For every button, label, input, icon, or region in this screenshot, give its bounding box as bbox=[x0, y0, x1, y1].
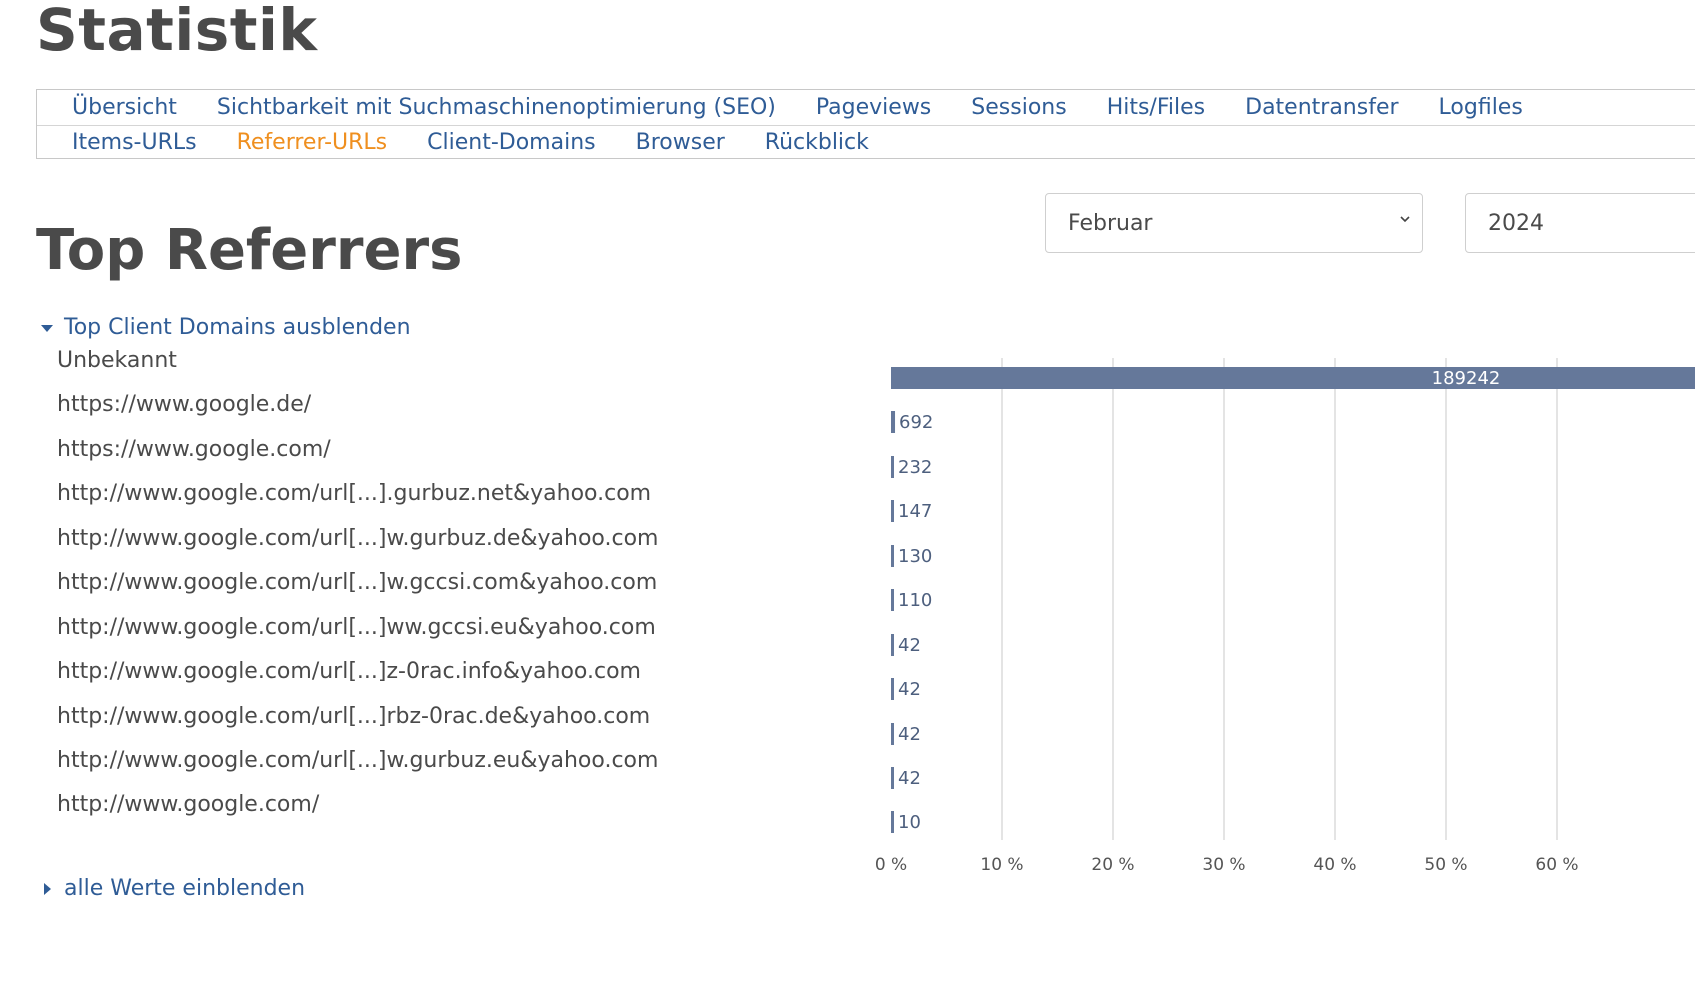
referrer-label: http://www.google.com/url[...]z-0rac.inf… bbox=[57, 659, 641, 684]
referrer-label: http://www.google.com/url[...]w.gurbuz.e… bbox=[57, 748, 659, 773]
tab-logfiles[interactable]: Logfiles bbox=[1439, 95, 1523, 120]
bar bbox=[891, 411, 896, 433]
tab-sessions[interactable]: Sessions bbox=[971, 95, 1066, 120]
referrer-label: http://www.google.com/url[...].gurbuz.ne… bbox=[57, 481, 652, 506]
referrer-label: http://www.google.com/url[...]ww.gccsi.e… bbox=[57, 615, 656, 640]
x-tick-label: 50 % bbox=[1424, 855, 1467, 875]
x-tick-label: 0 % bbox=[875, 855, 907, 875]
referrer-label: http://www.google.com/url[...]w.gccsi.co… bbox=[57, 570, 658, 595]
statistics-tab-nav: Übersicht Sichtbarkeit mit Suchmaschineno… bbox=[36, 89, 1695, 159]
tab-client-domains[interactable]: Client-Domains bbox=[427, 130, 595, 155]
bar bbox=[891, 767, 894, 789]
x-tick-label: 10 % bbox=[980, 855, 1023, 875]
caret-right-icon bbox=[44, 882, 51, 895]
bar-value-label: 42 bbox=[898, 768, 921, 789]
bar bbox=[891, 456, 894, 478]
tab-referrer-urls[interactable]: Referrer-URLs bbox=[237, 130, 388, 155]
year-select[interactable]: 2024 bbox=[1465, 193, 1695, 253]
hide-top-client-domains-toggle[interactable]: Top Client Domains ausblenden bbox=[40, 315, 411, 340]
section-title: Top Referrers bbox=[36, 218, 463, 283]
bar-value-label: 42 bbox=[898, 635, 921, 656]
bar-value-label: 110 bbox=[898, 590, 932, 611]
month-select[interactable]: Februar bbox=[1045, 193, 1423, 253]
x-tick-label: 20 % bbox=[1091, 855, 1134, 875]
referrer-label: https://www.google.de/ bbox=[57, 392, 312, 417]
referrer-label: http://www.google.com/ bbox=[57, 792, 320, 817]
tab-rückblick[interactable]: Rückblick bbox=[765, 130, 869, 155]
bar bbox=[891, 678, 894, 700]
bar-value-label: 130 bbox=[898, 546, 932, 567]
bar-value-label: 42 bbox=[898, 724, 921, 745]
bar-value-label: 232 bbox=[898, 457, 932, 478]
x-tick-label: 40 % bbox=[1313, 855, 1356, 875]
x-tick-label: 30 % bbox=[1202, 855, 1245, 875]
bar-value-label: 189242 bbox=[1432, 368, 1501, 389]
tab-sichtbarkeit-mit-suchmaschinenoptimierung-seo[interactable]: Sichtbarkeit mit Suchmaschinenoptimierun… bbox=[217, 95, 776, 120]
bar-value-label: 10 bbox=[898, 812, 921, 833]
month-select-value: Februar bbox=[1068, 210, 1153, 236]
statistics-page: Statistik Übersicht Sichtbarkeit mit Such… bbox=[0, 0, 1695, 991]
page-title: Statistik bbox=[36, 0, 318, 64]
bar bbox=[891, 545, 894, 567]
tab-hits-files[interactable]: Hits/Files bbox=[1107, 95, 1205, 120]
bar-value-label: 692 bbox=[899, 412, 933, 433]
referrer-bar-chart: 0 % 10 % 20 % 30 % 40 % 50 % 60 % 189242 692 232 1… bbox=[875, 358, 1695, 875]
referrer-label: https://www.google.com/ bbox=[57, 437, 331, 462]
bar bbox=[891, 589, 894, 611]
referrer-label: Unbekannt bbox=[57, 348, 177, 373]
tab-datentransfer[interactable]: Datentransfer bbox=[1245, 95, 1398, 120]
tab-items-urls[interactable]: Items-URLs bbox=[72, 130, 197, 155]
tab-row-1: Übersicht Sichtbarkeit mit Suchmaschineno… bbox=[37, 90, 1695, 126]
referrer-label: http://www.google.com/url[...]w.gurbuz.d… bbox=[57, 526, 659, 551]
bar bbox=[891, 811, 894, 833]
tab-row-2: Items-URLs Referrer-URLs Client-Domains Bro… bbox=[37, 125, 1695, 160]
bar bbox=[891, 500, 894, 522]
caret-down-icon bbox=[41, 324, 53, 332]
year-select-value: 2024 bbox=[1488, 210, 1544, 236]
bar bbox=[891, 634, 894, 656]
show-all-label: alle Werte einblenden bbox=[64, 876, 306, 901]
tab-browser[interactable]: Browser bbox=[636, 130, 725, 155]
bar bbox=[891, 723, 894, 745]
chevron-down-icon bbox=[1400, 216, 1410, 223]
x-tick-label: 60 % bbox=[1535, 855, 1578, 875]
bar-value-label: 42 bbox=[898, 679, 921, 700]
bar bbox=[891, 367, 1695, 389]
tab-pageviews[interactable]: Pageviews bbox=[816, 95, 931, 120]
tab-übersicht[interactable]: Übersicht bbox=[72, 95, 177, 120]
referrer-label: http://www.google.com/url[...]rbz-0rac.d… bbox=[57, 704, 651, 729]
show-all-values-toggle[interactable]: alle Werte einblenden bbox=[40, 876, 305, 901]
bar-value-label: 147 bbox=[898, 501, 932, 522]
hide-toggle-label: Top Client Domains ausblenden bbox=[64, 315, 411, 340]
